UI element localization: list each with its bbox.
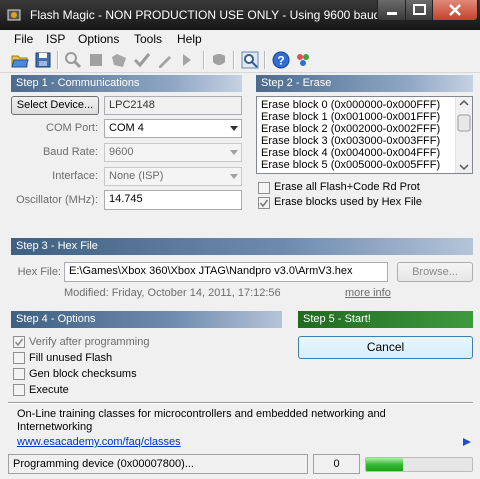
help-icon[interactable]: ?: [272, 51, 290, 69]
training-info-text: On-Line training classes for microcontro…: [17, 408, 386, 433]
title-bar: Flash Magic - NON PRODUCTION USE ONLY - …: [0, 0, 480, 30]
erase-block-list[interactable]: Erase block 0 (0x000000-0x000FFF) Erase …: [256, 96, 473, 174]
toolbar-separator: [57, 51, 59, 69]
community-icon[interactable]: [294, 51, 312, 69]
program-icon[interactable]: [156, 51, 174, 69]
start-icon[interactable]: [179, 51, 197, 69]
progress-fill: [366, 458, 404, 471]
chevron-down-icon: [230, 150, 238, 155]
fill-unused-checkbox[interactable]: [13, 352, 25, 364]
menu-options[interactable]: Options: [78, 32, 119, 46]
com-port-value: COM 4: [109, 122, 144, 134]
hex-file-field[interactable]: E:\Games\Xbox 360\Xbox JTAG\Nandpro v3.0…: [64, 262, 388, 282]
step3-header: Step 3 - Hex File: [11, 238, 473, 255]
blank-check-icon[interactable]: [110, 51, 128, 69]
modified-date: Modified: Friday, October 14, 2011, 17:1…: [64, 287, 281, 299]
oscillator-label: Oscillator (MHz):: [16, 194, 98, 206]
menu-file[interactable]: File: [14, 32, 33, 46]
toolbar-separator: [203, 51, 205, 69]
list-item[interactable]: Erase block 2 (0x002000-0x002FFF): [261, 123, 440, 135]
cancel-button[interactable]: Cancel: [298, 336, 473, 359]
execute-label: Execute: [29, 384, 69, 396]
status-count: 0: [313, 454, 360, 474]
interface-value: None (ISP): [109, 170, 164, 182]
step4-header: Step 4 - Options: [11, 311, 282, 328]
menu-isp[interactable]: ISP: [46, 32, 65, 46]
step2-header: Step 2 - Erase: [256, 75, 473, 92]
toolbar-separator: [264, 51, 266, 69]
open-icon[interactable]: [11, 51, 29, 69]
list-item[interactable]: Erase block 1 (0x001000-0x001FFF): [261, 111, 440, 123]
divider: [8, 402, 473, 404]
scroll-up-icon: [459, 99, 469, 106]
hex-file-label: Hex File:: [17, 266, 61, 278]
list-item[interactable]: Erase block 0 (0x000000-0x000FFF): [261, 99, 440, 111]
list-item[interactable]: Erase block 3 (0x003000-0x003FFF): [261, 135, 440, 147]
oscillator-field[interactable]: 14.745: [104, 190, 242, 210]
menu-bar: File ISP Options Tools Help: [0, 30, 480, 48]
next-arrow-icon[interactable]: [462, 437, 472, 447]
fill-unused-label: Fill unused Flash: [29, 352, 113, 364]
verify-label: Verify after programming: [29, 336, 150, 348]
interface-label: Interface:: [52, 170, 98, 182]
window-title: Flash Magic - NON PRODUCTION USE ONLY - …: [30, 8, 381, 22]
chevron-down-icon: [230, 126, 238, 131]
chip-icon[interactable]: [210, 51, 228, 69]
scroll-thumb: [457, 114, 471, 132]
erase-icon[interactable]: [87, 51, 105, 69]
erase-all-checkbox[interactable]: [258, 182, 270, 194]
maximize-button[interactable]: [405, 0, 434, 21]
toolbar-separator: [233, 51, 235, 69]
baud-rate-value: 9600: [109, 146, 134, 158]
com-port-select[interactable]: COM 4: [104, 119, 242, 138]
save-icon[interactable]: [34, 51, 52, 69]
baud-rate-label: Baud Rate:: [42, 146, 98, 158]
scroll-down-icon: [459, 164, 469, 171]
select-device-button[interactable]: Select Device...: [11, 96, 99, 115]
progress-bar: [365, 457, 473, 472]
status-bar: Programming device (0x00007800)... 0: [0, 452, 480, 479]
menu-tools[interactable]: Tools: [134, 32, 162, 46]
erase-used-label: Erase blocks used by Hex File: [274, 196, 422, 208]
zoom-icon[interactable]: [241, 51, 259, 69]
minimize-button[interactable]: [377, 0, 407, 21]
gen-checksums-checkbox[interactable]: [13, 368, 25, 380]
status-message: Programming device (0x00007800)...: [8, 454, 308, 474]
verify-checkbox[interactable]: [13, 336, 25, 348]
menu-help[interactable]: Help: [177, 32, 202, 46]
svg-text:?: ?: [277, 54, 284, 68]
list-item[interactable]: Erase block 5 (0x005000-0x005FFF): [261, 159, 440, 171]
interface-select[interactable]: None (ISP): [104, 167, 242, 186]
close-button[interactable]: [432, 0, 478, 21]
device-field: LPC2148: [104, 96, 242, 115]
more-info-link[interactable]: more info: [345, 287, 391, 299]
list-scrollbar[interactable]: [455, 97, 472, 173]
browse-button[interactable]: Browse...: [397, 262, 473, 282]
search-icon[interactable]: [64, 51, 82, 69]
toolbar: ?: [0, 48, 480, 73]
gen-checksums-label: Gen block checksums: [29, 368, 137, 380]
training-link[interactable]: www.esacademy.com/faq/classes: [17, 436, 181, 448]
com-port-label: COM Port:: [46, 122, 98, 134]
execute-checkbox[interactable]: [13, 384, 25, 396]
chevron-down-icon: [230, 174, 238, 179]
erase-all-label: Erase all Flash+Code Rd Prot: [274, 181, 420, 193]
erase-used-checkbox[interactable]: [258, 197, 270, 209]
baud-rate-select[interactable]: 9600: [104, 143, 242, 162]
list-item[interactable]: Erase block 4 (0x004000-0x004FFF): [261, 147, 440, 159]
step1-header: Step 1 - Communications: [11, 75, 242, 92]
verify-icon[interactable]: [133, 51, 151, 69]
app-icon: [7, 9, 21, 21]
step5-header: Step 5 - Start!: [298, 311, 473, 328]
